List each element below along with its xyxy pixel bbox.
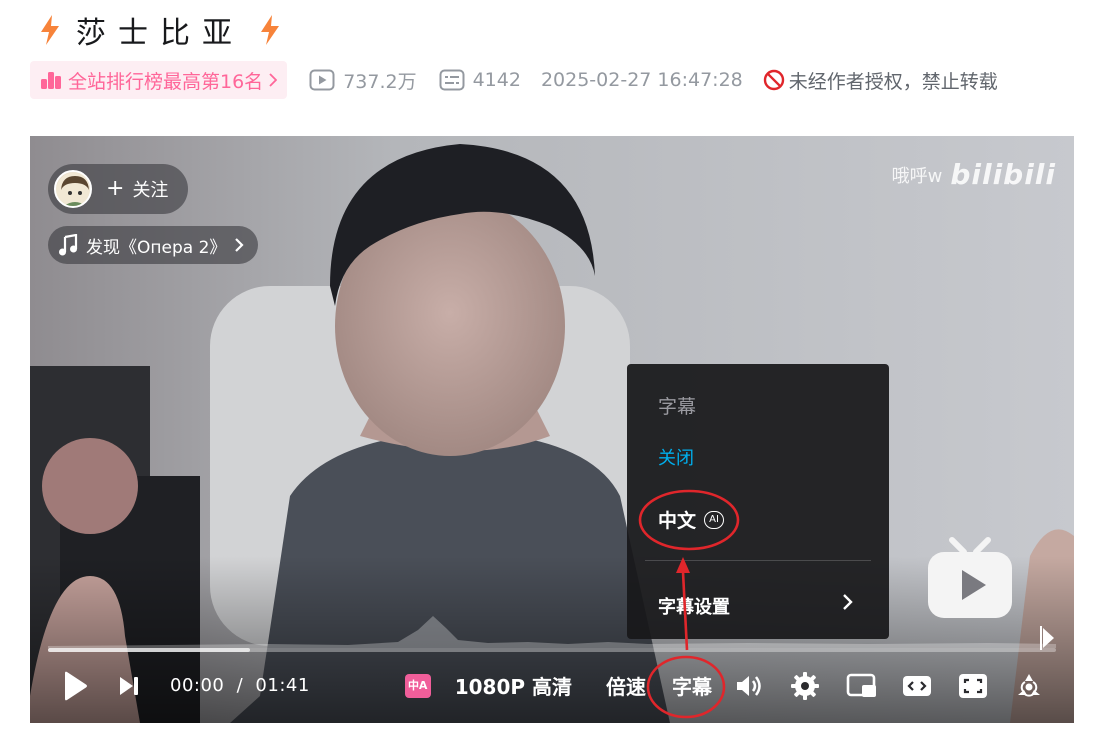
volume-icon[interactable]: [734, 666, 762, 706]
no-reprint-icon: [763, 69, 784, 91]
web-fullscreen-icon[interactable]: [958, 666, 988, 706]
subtitle-chinese-label: 中文: [658, 510, 697, 532]
music-label: 发现《Опера 2》: [86, 237, 227, 258]
follow-button[interactable]: + 关注: [48, 164, 188, 214]
ranking-icon: [41, 72, 61, 89]
video-meta: 全站排行榜最高第16名 737.2万 4142 2025-02-27 16:47…: [30, 61, 998, 99]
view-count: 737.2万: [309, 67, 417, 94]
video-player[interactable]: + 关注 发现《Опера 2》 哦呼w bilibili 00:00 / 01…: [30, 136, 1074, 723]
subtitle-button[interactable]: 字幕: [672, 666, 712, 706]
watermark-user: 哦呼w: [891, 165, 943, 187]
chevron-right-icon: [269, 73, 278, 87]
duration: 01:41: [255, 675, 310, 696]
speed-button[interactable]: 倍速: [606, 666, 646, 706]
rank-badge-label: 全站排行榜最高第16名: [68, 70, 264, 93]
plus-icon: +: [106, 176, 125, 201]
subtitle-off-option[interactable]: 关闭: [658, 444, 694, 470]
quality-button[interactable]: 1080P 高清: [455, 666, 572, 706]
widescreen-icon[interactable]: [902, 666, 932, 706]
ai-summary-button[interactable]: 中A: [404, 666, 431, 706]
next-icon[interactable]: [118, 675, 140, 697]
subtitle-menu: 字幕 关闭 中文 AI 字幕设置: [627, 364, 889, 639]
lightning-icon: [261, 15, 279, 45]
play-count-icon: [309, 69, 335, 91]
publish-time: 2025-02-27 16:47:28: [541, 69, 743, 91]
menu-divider: [645, 560, 871, 561]
copyright-notice: 未经作者授权，禁止转载: [763, 67, 998, 94]
time-separator: /: [236, 675, 244, 696]
watermark: 哦呼w bilibili: [892, 158, 1056, 191]
settings-gear-icon[interactable]: [790, 666, 820, 706]
chevron-right-icon: [843, 594, 853, 610]
bilibili-tv-play-icon[interactable]: [926, 536, 1014, 620]
danmaku-count: 4142: [439, 69, 521, 91]
player-controls: 00:00 / 01:41 中A 1080P 高清 倍速 字幕: [30, 648, 1074, 723]
music-discover-button[interactable]: 发现《Опера 2》: [48, 226, 259, 264]
copyright-notice-text: 未经作者授权，禁止转载: [788, 70, 998, 93]
chevron-right-icon: [235, 238, 244, 252]
play-icon[interactable]: [62, 671, 88, 701]
title-row: 莎士比亚: [38, 10, 282, 51]
subtitle-menu-title: 字幕: [658, 396, 697, 418]
current-time: 00:00: [170, 675, 225, 696]
subtitle-settings-option[interactable]: 字幕设置: [658, 593, 730, 619]
avatar: [54, 170, 92, 208]
publish-time-value: 2025-02-27 16:47:28: [540, 69, 743, 91]
fullscreen-icon[interactable]: [1014, 666, 1044, 706]
lightning-icon: [41, 15, 59, 45]
ai-badge: AI: [704, 510, 725, 529]
view-count-value: 737.2万: [343, 70, 417, 93]
rank-badge[interactable]: 全站排行榜最高第16名: [30, 61, 288, 99]
follow-label: 关注: [132, 180, 169, 201]
playback-time: 00:00 / 01:41: [170, 675, 310, 696]
danmaku-icon: [439, 69, 465, 91]
ai-translate-icon: 中A: [404, 673, 431, 698]
music-note-icon: [59, 234, 78, 256]
subtitle-chinese-option[interactable]: 中文 AI: [658, 506, 725, 533]
bilibili-logo: bilibili: [950, 158, 1056, 191]
picture-in-picture-icon[interactable]: [846, 666, 878, 706]
heat-waveform: [48, 616, 1056, 648]
danmaku-count-value: 4142: [472, 69, 521, 91]
video-title: 莎士比亚: [76, 16, 244, 51]
